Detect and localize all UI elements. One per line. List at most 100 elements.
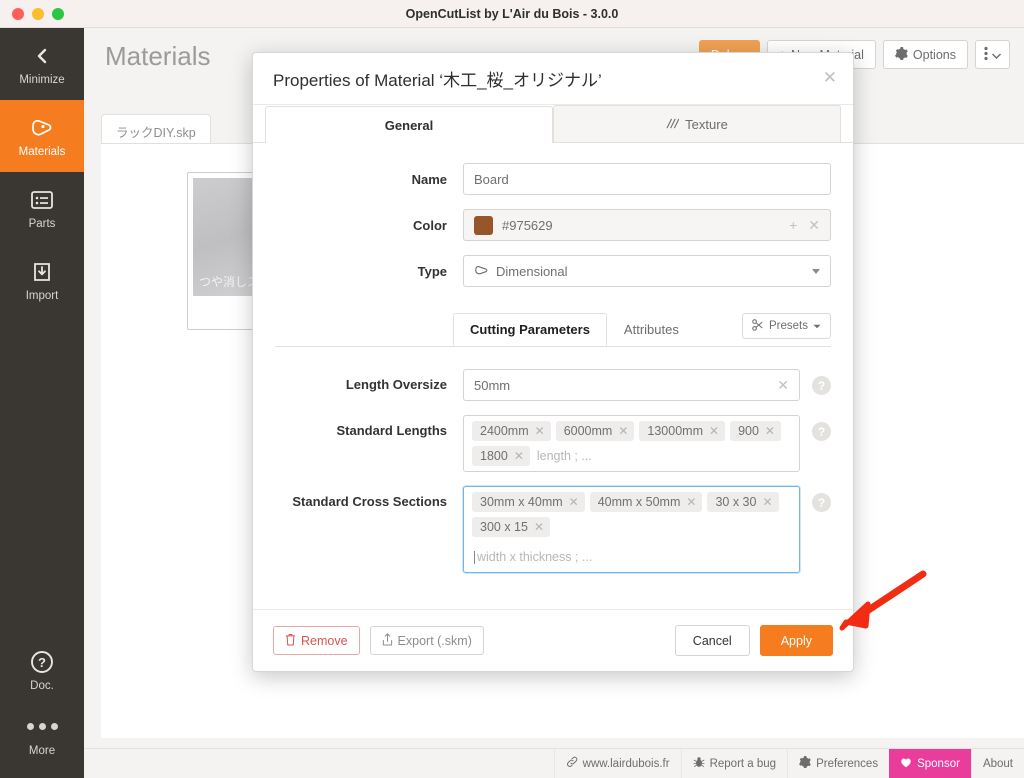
ellipsis-icon xyxy=(26,714,58,740)
tag-remove-icon[interactable]: ✕ xyxy=(765,424,775,438)
remove-label: Remove xyxy=(301,633,348,648)
dialog-title: Properties of Material ‘木工_桜_オリジナル’ xyxy=(273,71,602,90)
clear-icon[interactable]: ✕ xyxy=(777,377,789,394)
materials-icon xyxy=(29,115,55,141)
tag-label: 1800 xyxy=(480,449,508,463)
sidebar-item-label: Minimize xyxy=(19,73,65,86)
tag-remove-icon[interactable]: ✕ xyxy=(618,424,628,438)
tag-label: 13000mm xyxy=(647,424,703,438)
tag-item[interactable]: 40mm x 50mm ✕ xyxy=(589,492,703,512)
name-label: Name xyxy=(411,171,447,187)
tag-item[interactable]: 13000mm ✕ xyxy=(639,421,726,441)
status-item-sponsor[interactable]: Sponsor xyxy=(889,749,971,778)
status-item-about[interactable]: About xyxy=(970,749,1024,778)
cancel-button[interactable]: Cancel xyxy=(674,625,750,656)
window-title: OpenCutList by L'Air du Bois - 3.0.0 xyxy=(405,6,619,21)
tag-remove-icon[interactable]: ✕ xyxy=(535,424,545,438)
sidebar-item-doc[interactable]: ? Doc. xyxy=(0,634,84,706)
status-bar: www.lairdubois.fr Report a bug Preferenc… xyxy=(84,748,1024,778)
length-oversize-label: Length Oversize xyxy=(345,377,447,392)
app-window: OpenCutList by L'Air du Bois - 3.0.0 Min… xyxy=(0,0,1024,778)
name-value: Board xyxy=(474,171,509,187)
tag-remove-icon[interactable]: ✕ xyxy=(534,520,544,534)
field-row-color: Color #975629 + ✕ xyxy=(275,209,831,241)
status-label: Preferences xyxy=(816,757,879,770)
type-select[interactable]: Dimensional xyxy=(463,255,831,287)
link-icon xyxy=(566,756,578,771)
window-titlebar: OpenCutList by L'Air du Bois - 3.0.0 xyxy=(0,0,1024,28)
sidebar-item-materials[interactable]: Materials xyxy=(0,100,84,172)
help-icon[interactable]: ? xyxy=(812,422,831,441)
apply-button[interactable]: Apply xyxy=(759,625,833,656)
sidebar-item-import[interactable]: Import xyxy=(0,244,84,316)
tab-general[interactable]: General xyxy=(265,106,553,143)
tag-item[interactable]: 30mm x 40mm ✕ xyxy=(472,492,585,512)
options-button[interactable]: Options xyxy=(882,40,968,69)
presets-icon xyxy=(752,318,764,334)
kebab-icon xyxy=(984,46,988,64)
tag-item[interactable]: 6000mm ✕ xyxy=(555,421,635,441)
tag-label: 30 x 30 xyxy=(715,495,757,509)
tag-label: 900 xyxy=(738,424,759,438)
status-item-website[interactable]: www.lairdubois.fr xyxy=(553,749,681,778)
left-sidebar: Minimize Materials Parts Import ? Doc. M… xyxy=(0,28,84,778)
color-input[interactable]: #975629 + ✕ xyxy=(463,209,831,241)
tag-item[interactable]: 2400mm ✕ xyxy=(472,421,551,441)
tab-texture-label: Texture xyxy=(685,116,728,132)
tag-item[interactable]: 300 x 15 ✕ xyxy=(472,517,551,537)
dialog-footer: Remove Export (.skm) Cancel Apply xyxy=(253,609,853,671)
tag-label: 30mm x 40mm xyxy=(480,495,563,509)
param-row-standard-cross-sections: Standard Cross Sections 30mm x 40mm ✕ 40… xyxy=(275,486,831,573)
status-item-report-bug[interactable]: Report a bug xyxy=(680,749,788,778)
status-label: About xyxy=(982,757,1013,770)
tag-remove-icon[interactable]: ✕ xyxy=(569,495,579,509)
presets-button[interactable]: Presets xyxy=(742,313,831,339)
bug-icon xyxy=(693,756,705,771)
tab-texture[interactable]: Texture xyxy=(553,105,841,142)
help-icon[interactable]: ? xyxy=(812,376,831,395)
tag-remove-icon[interactable]: ✕ xyxy=(514,449,524,463)
length-oversize-input[interactable]: 50mm ✕ xyxy=(463,369,800,401)
plus-icon[interactable]: + xyxy=(789,217,797,233)
subtab-cutting-parameters[interactable]: Cutting Parameters xyxy=(453,313,607,346)
tag-label: 2400mm xyxy=(480,424,529,438)
texture-icon xyxy=(666,117,680,132)
tag-label: 40mm x 50mm xyxy=(597,495,681,509)
help-icon[interactable]: ? xyxy=(812,493,831,512)
sidebar-item-parts[interactable]: Parts xyxy=(0,172,84,244)
presets-label: Presets xyxy=(769,320,808,332)
tag-item[interactable]: 30 x 30 ✕ xyxy=(707,492,779,512)
subtab-attributes[interactable]: Attributes xyxy=(607,313,696,346)
export-button[interactable]: Export (.skm) xyxy=(369,626,484,655)
sidebar-item-label: Doc. xyxy=(30,679,54,692)
close-icon[interactable]: ✕ xyxy=(808,217,820,234)
field-row-type: Type Dimensional xyxy=(275,255,831,287)
export-icon xyxy=(382,632,393,649)
chevron-left-icon xyxy=(29,43,55,69)
remove-button[interactable]: Remove xyxy=(273,626,360,655)
color-swatch[interactable] xyxy=(474,215,493,235)
name-input[interactable]: Board xyxy=(463,163,831,195)
more-options-button[interactable] xyxy=(975,40,1010,69)
tag-remove-icon[interactable]: ✕ xyxy=(709,424,719,438)
standard-cross-sections-input[interactable]: 30mm x 40mm ✕ 40mm x 50mm ✕ 30 x 30 ✕ 30… xyxy=(463,486,800,573)
standard-cross-sections-label: Standard Cross Sections xyxy=(292,494,447,509)
length-oversize-value: 50mm xyxy=(474,377,511,393)
param-row-length-oversize: Length Oversize 50mm ✕ ? xyxy=(275,369,831,401)
standard-cross-sections-entry[interactable]: width x thickness ; ... xyxy=(472,547,594,567)
status-label: Sponsor xyxy=(917,757,960,770)
standard-lengths-input[interactable]: 2400mm ✕ 6000mm ✕ 13000mm ✕ 900 ✕ 1800 ✕… xyxy=(463,415,800,472)
color-value: #975629 xyxy=(502,217,553,233)
sidebar-item-minimize[interactable]: Minimize xyxy=(0,28,84,100)
tag-item[interactable]: 900 ✕ xyxy=(730,421,781,441)
type-value: Dimensional xyxy=(496,263,568,279)
standard-lengths-placeholder[interactable]: length ; ... xyxy=(535,446,594,466)
tag-remove-icon[interactable]: ✕ xyxy=(686,495,696,509)
tag-item[interactable]: 1800 ✕ xyxy=(472,446,530,466)
status-item-preferences[interactable]: Preferences xyxy=(787,749,889,778)
chevron-down-icon xyxy=(812,268,820,274)
sidebar-item-more[interactable]: More xyxy=(0,706,84,778)
close-icon[interactable]: ✕ xyxy=(823,69,837,86)
param-row-standard-lengths: Standard Lengths 2400mm ✕ 6000mm ✕ 13000… xyxy=(275,415,831,472)
tag-remove-icon[interactable]: ✕ xyxy=(762,495,772,509)
